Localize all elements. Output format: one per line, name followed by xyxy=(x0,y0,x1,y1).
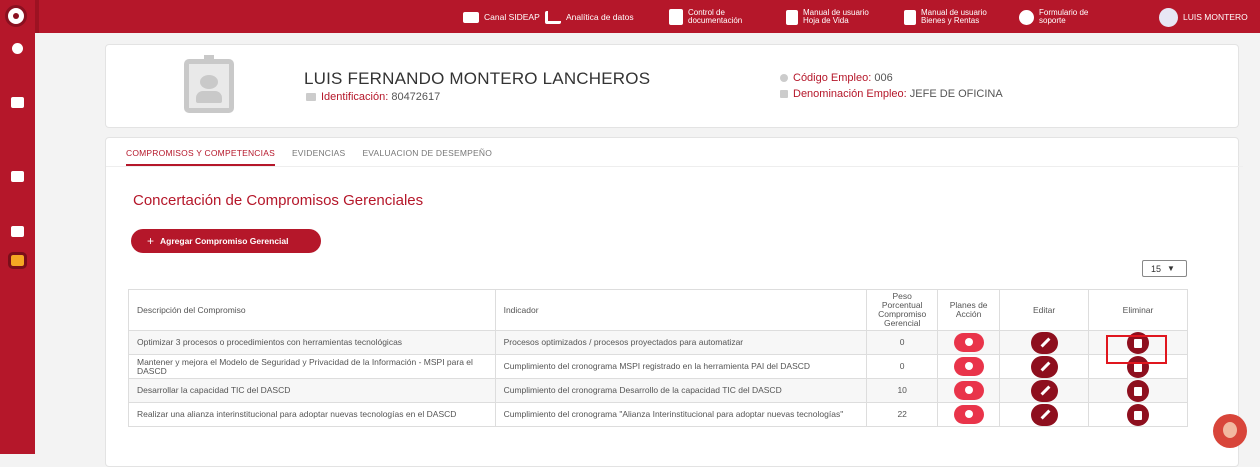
cell-indicator: Procesos optimizados / procesos proyecta… xyxy=(494,330,868,355)
chevron-down-icon: ▼ xyxy=(1167,264,1175,273)
nav-manual-bienes-rentas[interactable]: Manual de usuario Bienes y Rentas xyxy=(904,5,987,29)
analytics-icon xyxy=(545,10,561,24)
sidebar-edge xyxy=(35,0,39,33)
user-menu[interactable]: LUIS MONTERO xyxy=(1159,5,1248,29)
cell-description: Realizar una alianza interinstitucional … xyxy=(128,402,496,427)
nav-canal-sideap[interactable]: Canal SIDEAP xyxy=(463,5,540,29)
sidebar-item-3[interactable] xyxy=(11,226,24,237)
pencil-icon[interactable] xyxy=(1030,355,1058,378)
trash-icon[interactable] xyxy=(1127,403,1150,426)
tab-divider xyxy=(106,166,1243,167)
commitments-card: COMPROMISOS Y COMPETENCIAS EVIDENCIAS EV… xyxy=(105,137,1243,467)
cell-description: Optimizar 3 procesos o procedimientos co… xyxy=(128,330,496,355)
plus-icon: + xyxy=(147,234,155,248)
nav-label: Analítica de datos xyxy=(566,12,634,22)
add-commitment-button[interactable]: + Agregar Compromiso Gerencial xyxy=(131,229,321,253)
commitments-table: Descripción del Compromiso Indicador Pes… xyxy=(128,289,1188,427)
tab-bar: COMPROMISOS Y COMPETENCIAS EVIDENCIAS EV… xyxy=(126,148,492,166)
top-navbar: Canal SIDEAP Analítica de datos Control … xyxy=(0,0,1260,33)
user-avatar-icon xyxy=(1159,7,1178,27)
table-row: Mantener y mejora el Modelo de Seguridad… xyxy=(128,354,1188,379)
header-indicator[interactable]: Indicador xyxy=(494,289,868,331)
nav-label: Canal SIDEAP xyxy=(484,12,540,22)
cell-description: Desarrollar la capacidad TIC del DASCD xyxy=(128,378,496,403)
cell-weight: 22 xyxy=(866,402,939,427)
sidebar xyxy=(0,33,35,454)
nav-label: Manual de usuario Hoja de Vida xyxy=(803,8,869,25)
nav-control-documentacion[interactable]: Control de documentación xyxy=(669,5,742,29)
header-weight[interactable]: Peso Porcentual Compromiso Gerencial xyxy=(866,289,939,331)
profile-name: LUIS FERNANDO MONTERO LANCHEROS xyxy=(304,69,651,88)
header-plans: Planes de Acción xyxy=(937,289,1001,331)
help-icon xyxy=(1019,9,1034,25)
table-row: Desarrollar la capacidad TIC del DASCD C… xyxy=(128,378,1188,403)
eye-icon[interactable] xyxy=(953,381,984,400)
add-commitment-label: Agregar Compromiso Gerencial xyxy=(160,236,289,246)
nav-label: Formulario de soporte xyxy=(1039,8,1089,25)
section-title: Concertación de Compromisos Gerenciales xyxy=(133,192,424,209)
sidebar-item-2[interactable] xyxy=(11,171,24,182)
page-size-select[interactable]: 15 ▼ xyxy=(1142,260,1187,277)
person-icon xyxy=(780,90,788,99)
money-file-icon xyxy=(904,9,916,25)
cell-weight: 10 xyxy=(866,378,939,403)
profile-identification: Identificación: 80472617 xyxy=(306,91,440,103)
user-name: LUIS MONTERO xyxy=(1183,12,1248,22)
table-row: Optimizar 3 procesos o procedimientos co… xyxy=(128,330,1188,355)
eye-icon[interactable] xyxy=(953,357,984,376)
code-icon xyxy=(780,74,788,83)
gear-icon[interactable] xyxy=(12,43,23,54)
cell-delete xyxy=(1088,378,1188,403)
cell-edit xyxy=(999,378,1090,403)
header-delete: Eliminar xyxy=(1088,289,1188,331)
cell-indicator: Cumplimiento del cronograma "Alianza Int… xyxy=(494,402,868,427)
tab-compromisos[interactable]: COMPROMISOS Y COMPETENCIAS xyxy=(126,148,275,166)
cell-edit xyxy=(999,330,1090,355)
page-size-value: 15 xyxy=(1151,263,1162,274)
cell-delete xyxy=(1088,402,1188,427)
tab-evidencias[interactable]: EVIDENCIAS xyxy=(292,148,346,166)
pencil-icon[interactable] xyxy=(1030,379,1058,402)
nav-label: Control de documentación xyxy=(688,8,743,25)
header-edit: Editar xyxy=(999,289,1090,331)
cell-indicator: Cumplimiento del cronograma MSPI registr… xyxy=(494,354,868,379)
cell-plans xyxy=(937,402,1001,427)
cell-weight: 0 xyxy=(866,330,939,355)
pencil-icon[interactable] xyxy=(1030,331,1058,354)
nav-label: Manual de usuario Bienes y Rentas xyxy=(921,8,987,25)
nav-manual-hoja-de-vida[interactable]: Manual de usuario Hoja de Vida xyxy=(786,5,869,29)
delete-highlight-box xyxy=(1106,335,1167,364)
trash-icon[interactable] xyxy=(1127,379,1150,402)
tab-evaluacion[interactable]: EVALUACION DE DESEMPEÑO xyxy=(362,148,492,166)
nav-formulario-soporte[interactable]: Formulario de soporte xyxy=(1019,5,1088,29)
video-icon xyxy=(463,11,479,23)
cell-plans xyxy=(937,354,1001,379)
table-row: Realizar una alianza interinstitucional … xyxy=(128,402,1188,427)
sidebar-item-1[interactable] xyxy=(11,97,24,108)
eye-icon[interactable] xyxy=(953,405,984,424)
profile-card: LUIS FERNANDO MONTERO LANCHEROS Identifi… xyxy=(105,44,1239,128)
pencil-icon[interactable] xyxy=(1030,403,1058,426)
cell-plans xyxy=(937,378,1001,403)
profile-job-denomination: Denominación Empleo: JEFE DE OFICINA xyxy=(780,88,1003,100)
header-description[interactable]: Descripción del Compromiso xyxy=(128,289,496,331)
cell-indicator: Cumplimiento del cronograma Desarrollo d… xyxy=(494,378,868,403)
eye-icon[interactable] xyxy=(953,333,984,352)
profile-avatar-icon xyxy=(184,55,234,113)
cell-edit xyxy=(999,402,1090,427)
cell-description: Mantener y mejora el Modelo de Seguridad… xyxy=(128,354,496,379)
table-header-row: Descripción del Compromiso Indicador Pes… xyxy=(128,289,1188,331)
profile-job-code: Código Empleo: 006 xyxy=(780,72,893,84)
chat-assistant-icon[interactable] xyxy=(1213,414,1247,448)
id-card-icon xyxy=(306,93,316,102)
file-icon xyxy=(786,9,798,25)
cell-edit xyxy=(999,354,1090,379)
cell-plans xyxy=(937,330,1001,355)
cell-weight: 0 xyxy=(866,354,939,379)
sidebar-item-active[interactable] xyxy=(8,252,27,269)
document-icon xyxy=(669,9,683,25)
app-logo-icon[interactable] xyxy=(5,5,27,27)
nav-analitica[interactable]: Analítica de datos xyxy=(545,5,634,29)
